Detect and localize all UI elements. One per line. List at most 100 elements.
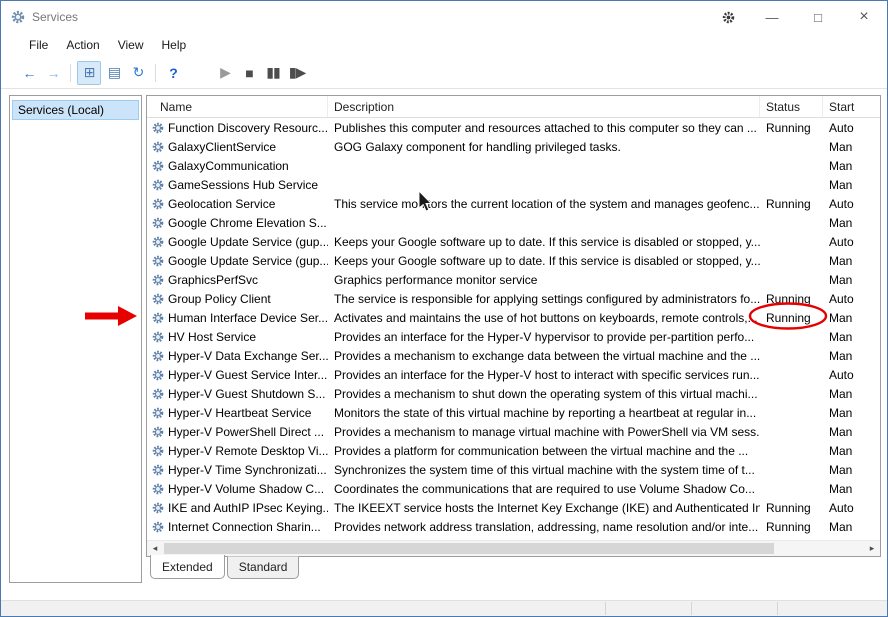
forward-button[interactable]: → [42, 62, 64, 84]
service-gear-icon [152, 464, 164, 475]
service-name-cell: Hyper-V Time Synchronizati... [147, 463, 328, 477]
scroll-right-icon[interactable]: ▸ [864, 541, 880, 556]
service-row[interactable]: Google Update Service (gup... Keeps your… [147, 232, 880, 251]
service-name-text: GraphicsPerfSvc [168, 272, 259, 287]
service-gear-icon [152, 236, 164, 247]
service-row[interactable]: GraphicsPerfSvc Graphics performance mon… [147, 270, 880, 289]
service-name-cell: GameSessions Hub Service [147, 178, 328, 192]
pause-service-button[interactable]: ▮▮ [262, 62, 284, 84]
service-row[interactable]: Function Discovery Resourc... Publishes … [147, 118, 880, 137]
service-row[interactable]: GameSessions Hub Service Man [147, 175, 880, 194]
service-description-cell: Provides a mechanism to exchange data be… [334, 348, 760, 363]
stop-service-button[interactable]: ■ [238, 62, 260, 84]
service-row[interactable]: IKE and AuthIP IPsec Keying... The IKEEX… [147, 498, 880, 517]
service-row[interactable]: Google Chrome Elevation S... Man [147, 213, 880, 232]
tree-item-services-local[interactable]: Services (Local) [12, 100, 139, 120]
service-gear-icon [152, 426, 164, 437]
service-row[interactable]: Hyper-V Guest Service Inter... Provides … [147, 365, 880, 384]
service-startup-cell: Man [829, 443, 853, 458]
service-gear-icon [152, 369, 164, 380]
service-row[interactable]: Internet Connection Sharin... Provides n… [147, 517, 880, 536]
service-description-cell: Graphics performance monitor service [334, 272, 538, 287]
service-startup-cell: Man [829, 215, 853, 230]
service-row[interactable]: Geolocation Service This service monitor… [147, 194, 880, 213]
menu-view[interactable]: View [109, 35, 153, 55]
statusbar-segment [605, 602, 691, 615]
service-startup-cell: Man [829, 253, 853, 268]
scroll-left-icon[interactable]: ◂ [147, 541, 163, 556]
service-name-cell: Google Update Service (gup... [147, 235, 328, 249]
service-row[interactable]: Hyper-V Heartbeat Service Monitors the s… [147, 403, 880, 422]
service-row[interactable]: Hyper-V Remote Desktop Vi... Provides a … [147, 441, 880, 460]
service-name-text: Google Update Service (gup... [168, 253, 328, 268]
service-name-text: Hyper-V Time Synchronizati... [168, 462, 327, 477]
service-description-cell: GOG Galaxy component for handling privil… [334, 139, 621, 154]
scrollbar-thumb[interactable] [164, 543, 774, 554]
column-header-description[interactable]: Description [328, 96, 760, 117]
service-row[interactable]: Hyper-V Guest Shutdown S... Provides a m… [147, 384, 880, 403]
service-row[interactable]: HV Host Service Provides an interface fo… [147, 327, 880, 346]
service-gear-icon [152, 407, 164, 418]
scrollbar-track[interactable] [163, 541, 864, 556]
service-name-text: Hyper-V Heartbeat Service [168, 405, 312, 420]
service-row[interactable]: Hyper-V Data Exchange Ser... Provides a … [147, 346, 880, 365]
service-row[interactable]: GalaxyCommunication Man [147, 156, 880, 175]
service-description-cell: Provides a platform for communication be… [334, 443, 749, 458]
back-button[interactable]: ← [18, 62, 40, 84]
service-row[interactable]: Google Update Service (gup... Keeps your… [147, 251, 880, 270]
refresh-button[interactable]: ↻ [127, 62, 149, 84]
column-header-startup-type[interactable]: Start [823, 96, 880, 117]
service-startup-cell: Man [829, 519, 853, 534]
service-name-text: GalaxyCommunication [168, 158, 289, 173]
service-name-cell: GraphicsPerfSvc [147, 273, 328, 287]
service-name-text: Hyper-V Data Exchange Ser... [168, 348, 328, 363]
column-header-name[interactable]: Name [147, 96, 328, 117]
console-tree-panel: Services (Local) [9, 95, 142, 583]
menu-help[interactable]: Help [153, 35, 196, 55]
service-list-body: Function Discovery Resourc... Publishes … [147, 118, 880, 540]
service-row[interactable]: Hyper-V PowerShell Direct ... Provides a… [147, 422, 880, 441]
restart-service-button[interactable]: ▮▶ [286, 62, 308, 84]
toolbar-separator [70, 63, 71, 82]
service-status-cell: Running [766, 519, 811, 534]
service-gear-icon [152, 483, 164, 494]
service-row[interactable]: GalaxyClientService GOG Galaxy component… [147, 137, 880, 156]
column-header-status[interactable]: Status [760, 96, 823, 117]
menu-action[interactable]: Action [57, 35, 108, 55]
service-name-cell: GalaxyClientService [147, 140, 328, 154]
service-row[interactable]: Human Interface Device Ser... Activates … [147, 308, 880, 327]
show-console-tree-button[interactable]: ⊞ [77, 60, 101, 85]
start-service-button[interactable]: ▶ [214, 62, 236, 84]
service-name-cell: Hyper-V PowerShell Direct ... [147, 425, 328, 439]
service-row[interactable]: Hyper-V Volume Shadow C... Coordinates t… [147, 479, 880, 498]
service-startup-cell: Auto [829, 367, 854, 382]
menubar: File Action View Help [1, 33, 887, 57]
tab-standard[interactable]: Standard [226, 556, 300, 579]
close-button[interactable]: × [841, 1, 887, 33]
service-name-cell: HV Host Service [147, 330, 328, 344]
service-row[interactable]: Hyper-V Time Synchronizati... Synchroniz… [147, 460, 880, 479]
horizontal-scrollbar[interactable]: ◂ ▸ [147, 540, 880, 556]
service-name-cell: Geolocation Service [147, 197, 328, 211]
menu-file[interactable]: File [20, 35, 57, 55]
maximize-button[interactable]: □ [795, 1, 841, 33]
service-row[interactable]: Group Policy Client The service is respo… [147, 289, 880, 308]
service-gear-icon [152, 141, 164, 152]
help-button[interactable]: ? [162, 62, 184, 84]
window-controls: — □ × [749, 1, 887, 33]
service-startup-cell: Man [829, 405, 853, 420]
tab-extended[interactable]: Extended [150, 555, 225, 579]
services-list: Name Description Status Start Function D… [146, 95, 881, 557]
service-gear-icon [152, 179, 164, 190]
titlebar: Services — □ × [1, 1, 887, 33]
service-startup-cell: Man [829, 329, 853, 344]
service-name-text: Function Discovery Resourc... [168, 120, 328, 135]
service-name-text: Google Chrome Elevation S... [168, 215, 327, 230]
minimize-button[interactable]: — [749, 1, 795, 33]
service-startup-cell: Auto [829, 291, 854, 306]
service-gear-icon [152, 521, 164, 532]
service-name-cell: Human Interface Device Ser... [147, 311, 328, 325]
export-list-button[interactable]: ▤ [103, 62, 125, 84]
statusbar-segment [777, 602, 887, 615]
service-name-text: Hyper-V Remote Desktop Vi... [168, 443, 328, 458]
